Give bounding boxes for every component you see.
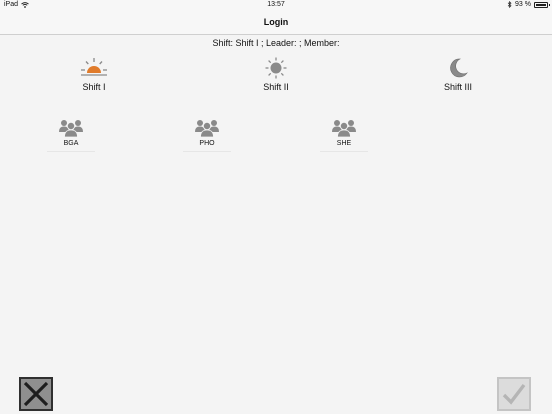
checkmark-icon — [502, 383, 526, 405]
close-icon — [23, 381, 49, 407]
cancel-button[interactable] — [19, 377, 53, 411]
group-option-3[interactable]: SHE — [314, 118, 374, 152]
sun-icon — [265, 57, 287, 79]
group-option-1[interactable]: BGA — [41, 118, 101, 152]
status-bar: iPad 13:57 93 % — [0, 0, 552, 11]
group-icon — [332, 120, 356, 138]
bluetooth-icon — [507, 1, 512, 8]
shift-label-2: Shift II — [263, 82, 289, 92]
nav-bar: Login — [0, 11, 552, 35]
group-label-1: BGA — [63, 140, 79, 147]
moon-icon — [450, 58, 468, 78]
page-title: Login — [263, 17, 289, 27]
group-option-2[interactable]: PHO — [177, 118, 237, 152]
group-icon — [195, 120, 219, 138]
shift-label-1: Shift I — [82, 82, 106, 92]
status-right: 93 % — [507, 1, 550, 8]
confirm-button[interactable] — [497, 377, 531, 411]
group-divider-1 — [47, 151, 95, 152]
sunrise-icon — [81, 58, 107, 76]
shift-option-1[interactable]: Shift I — [54, 57, 134, 92]
battery-level — [536, 3, 546, 6]
group-label-2: PHO — [199, 140, 215, 147]
shift-label-3: Shift III — [443, 82, 472, 92]
shift-option-3[interactable]: Shift III — [418, 57, 498, 92]
group-divider-3 — [320, 151, 368, 152]
shift-option-2[interactable]: Shift II — [236, 57, 316, 92]
status-time: 13:57 — [267, 1, 285, 8]
group-divider-2 — [183, 151, 231, 152]
battery-icon — [534, 1, 550, 8]
selection-summary: Shift: Shift I ; Leader: ; Member: — [212, 38, 340, 48]
group-icon — [59, 120, 83, 138]
group-label-3: SHE — [336, 140, 352, 147]
battery-percent: 93 % — [515, 1, 531, 8]
